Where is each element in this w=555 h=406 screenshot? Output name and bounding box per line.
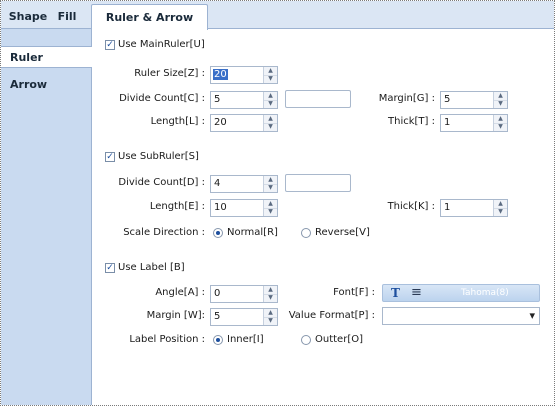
reverse-radio-label: Reverse[V] (315, 227, 370, 238)
sub-length-value[interactable]: 10 (214, 202, 227, 213)
spin-down-icon[interactable]: ▼ (494, 123, 507, 131)
normal-radio-label: Normal[R] (227, 227, 278, 238)
inner-radio-label: Inner[I] (227, 334, 264, 345)
use-mainruler-label: Use MainRuler[U] (118, 39, 205, 50)
spin-down-icon[interactable]: ▼ (494, 208, 507, 216)
angle-spinner[interactable]: 0 ▲ ▼ (210, 285, 278, 303)
divide-count-label: Divide Count[C] : (119, 93, 205, 104)
spin-down-icon[interactable]: ▼ (264, 75, 277, 83)
thick-value[interactable]: 1 (444, 117, 450, 128)
main-ruler-color-box[interactable] (285, 90, 351, 108)
sidebar-item-arrow[interactable]: Arrow (1, 74, 91, 96)
tab-shape[interactable]: Shape (7, 6, 49, 28)
scale-direction-label: Scale Direction : (123, 227, 205, 238)
divide-count-value[interactable]: 5 (214, 94, 220, 105)
sub-ruler-color-box[interactable] (285, 174, 351, 192)
label-margin-spinner[interactable]: 5 ▲ ▼ (210, 308, 278, 326)
value-format-label: Value Format[P] : (288, 310, 375, 321)
thick-spinner[interactable]: 1 ▲ ▼ (440, 114, 508, 132)
spin-down-icon[interactable]: ▼ (264, 208, 277, 216)
value-format-select[interactable]: ▾ (382, 307, 540, 325)
spin-down-icon[interactable]: ▼ (264, 294, 277, 302)
spin-down-icon[interactable]: ▼ (264, 317, 277, 325)
sub-length-label: Length[E] : (149, 201, 205, 212)
inner-radio[interactable] (213, 335, 223, 345)
use-label-label: Use Label [B] (118, 262, 185, 273)
spin-down-icon[interactable]: ▼ (494, 100, 507, 108)
use-label-checkbox[interactable]: ✓ (105, 263, 115, 273)
spin-down-icon[interactable]: ▼ (264, 123, 277, 131)
sub-thick-label: Thick[K] : (387, 201, 435, 212)
tab-ruler-arrow[interactable]: Ruler & Arrow (91, 4, 208, 30)
use-subruler-checkbox[interactable]: ✓ (105, 152, 115, 162)
angle-value[interactable]: 0 (214, 288, 220, 299)
sub-divide-count-spinner[interactable]: 4 ▲ ▼ (210, 175, 278, 193)
outter-radio[interactable] (301, 335, 311, 345)
font-type-icon: T (391, 286, 400, 300)
sub-length-spinner[interactable]: 10 ▲ ▼ (210, 199, 278, 217)
thick-label: Thick[T] : (388, 116, 435, 127)
angle-label: Angle[A] : (155, 287, 205, 298)
sidebar: Ruler Arrow (1, 29, 92, 405)
ruler-size-spinner[interactable]: 20 ▲ ▼ (210, 66, 278, 84)
margin-label: Margin[G] : (378, 93, 435, 104)
margin-spinner[interactable]: 5 ▲ ▼ (440, 91, 508, 109)
ruler-size-label: Ruler Size[Z] : (134, 68, 205, 79)
font-button[interactable]: T ≡ Tahoma(8) (382, 284, 540, 302)
sub-divide-count-label: Divide Count[D] : (118, 177, 205, 188)
use-subruler-label: Use SubRuler[S] (118, 151, 199, 162)
chevron-down-icon[interactable]: ▾ (529, 309, 535, 322)
label-margin-label: Margin [W]: (146, 310, 205, 321)
outter-radio-label: Outter[O] (315, 334, 363, 345)
sub-thick-value[interactable]: 1 (444, 202, 450, 213)
ruler-size-value[interactable]: 20 (213, 69, 228, 80)
label-position-label: Label Position : (129, 334, 205, 345)
divide-count-spinner[interactable]: 5 ▲ ▼ (210, 91, 278, 109)
length-label: Length[L] : (150, 116, 205, 127)
length-spinner[interactable]: 20 ▲ ▼ (210, 114, 278, 132)
normal-radio[interactable] (213, 228, 223, 238)
sub-thick-spinner[interactable]: 1 ▲ ▼ (440, 199, 508, 217)
spin-down-icon[interactable]: ▼ (264, 100, 277, 108)
label-margin-value[interactable]: 5 (214, 311, 220, 322)
tab-fill[interactable]: Fill (52, 6, 82, 28)
font-label: Font[F] : (333, 287, 375, 298)
spin-down-icon[interactable]: ▼ (264, 184, 277, 192)
align-icon: ≡ (411, 285, 422, 300)
font-name: Tahoma(8) (461, 288, 509, 298)
margin-value[interactable]: 5 (444, 94, 450, 105)
length-value[interactable]: 20 (214, 117, 227, 128)
use-mainruler-checkbox[interactable]: ✓ (105, 40, 115, 50)
sub-divide-count-value[interactable]: 4 (214, 178, 220, 189)
reverse-radio[interactable] (301, 228, 311, 238)
tab-bar: Shape Fill Ruler & Arrow (1, 1, 554, 30)
sidebar-item-ruler[interactable]: Ruler (1, 46, 92, 68)
